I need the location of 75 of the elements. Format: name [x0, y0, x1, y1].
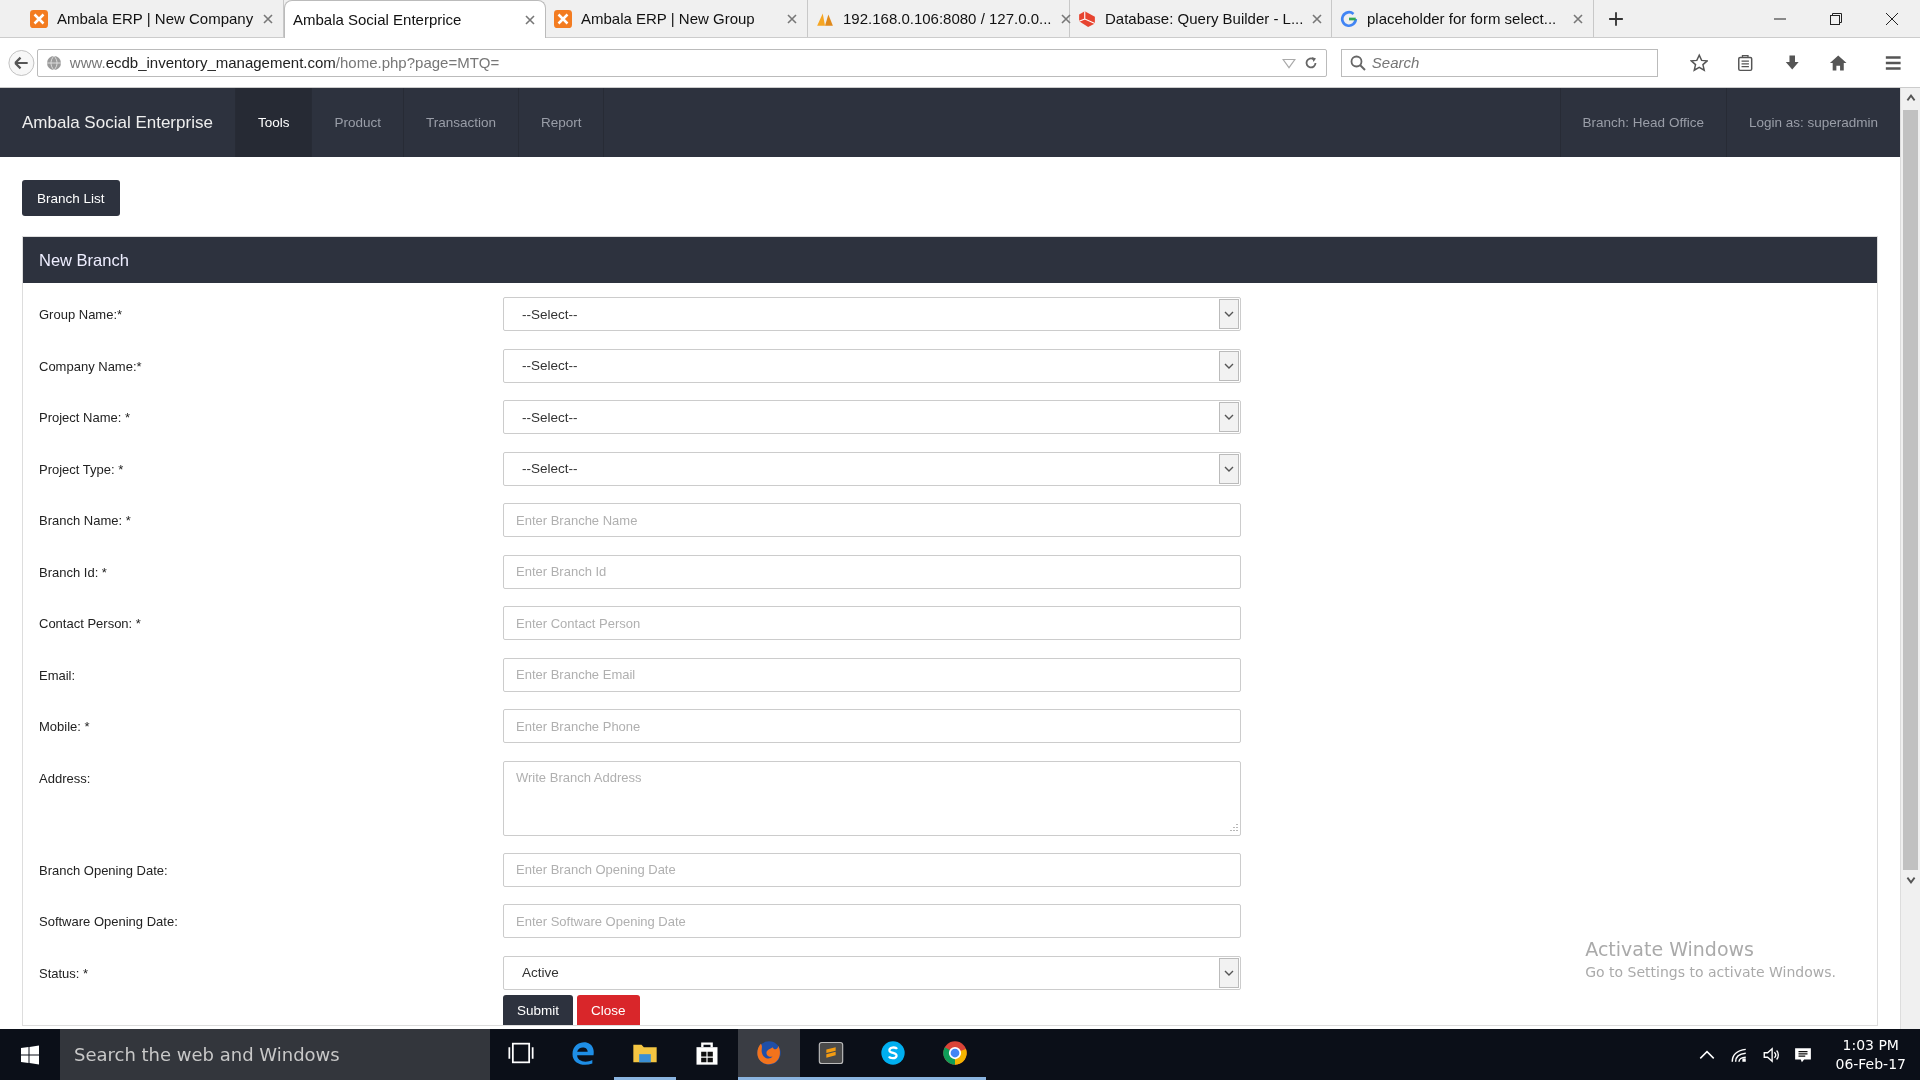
address-bar[interactable]: www.ecdb_inventory_management.com/home.php?page=MTQ= [36, 48, 1327, 77]
start-icon[interactable] [20, 1044, 40, 1065]
activation-title: Activate Windows [1585, 938, 1755, 960]
input-field[interactable]: Enter Branche Email [503, 657, 1241, 692]
nav-item[interactable]: Branch: Head Office [1559, 88, 1726, 157]
panel-title: New Branch [39, 250, 129, 270]
field-label: Software Opening Date: [39, 913, 179, 929]
input-field[interactable]: Enter Branch Opening Date [503, 852, 1241, 887]
field-label: Status: * [39, 964, 90, 981]
search-icon [1349, 54, 1366, 71]
star-icon[interactable] [1689, 51, 1709, 74]
restore-icon[interactable] [1829, 11, 1843, 26]
tab-title: Ambala ERP | New Group [581, 10, 756, 27]
app-logo-icon [30, 9, 48, 28]
scrollbar[interactable] [1900, 88, 1920, 1029]
input-field[interactable]: Enter Branch Id [503, 554, 1241, 589]
field-label: Address: [39, 769, 92, 786]
clock-time[interactable]: 1:03 PM [1842, 1037, 1899, 1053]
browser-tab[interactable]: Ambala ERP | New Company [22, 0, 284, 37]
resize-grip-icon[interactable] [1228, 822, 1238, 833]
select-field[interactable]: --Select-- [503, 451, 1241, 486]
new-tab-icon[interactable] [1608, 10, 1624, 27]
search-field[interactable]: Search [1340, 48, 1658, 77]
nav-item[interactable]: Tools [235, 88, 313, 157]
clock-date[interactable]: 06-Feb-17 [1835, 1056, 1906, 1072]
browser-tab[interactable]: 192.168.0.106:8080 / 127.0.0... [808, 0, 1070, 37]
field-label: Branch Id: * [39, 563, 108, 580]
round-logo-icon [941, 1039, 969, 1067]
reload-icon[interactable] [1303, 55, 1318, 70]
select-field[interactable]: --Select-- [503, 297, 1241, 331]
tab-title: Ambala ERP | New Company [57, 10, 254, 27]
field-label: Company Name:* [39, 357, 143, 374]
select-field[interactable]: --Select-- [503, 400, 1241, 434]
cube-logo-icon [1078, 9, 1096, 28]
globe-icon [45, 54, 62, 71]
field-label: Email: [39, 666, 77, 683]
g-logo-icon [1340, 9, 1358, 28]
editor-logo-icon [817, 1039, 845, 1067]
text-area[interactable]: Write Branch Address [503, 760, 1241, 836]
volume-icon[interactable] [1762, 1045, 1781, 1064]
field-label: Project Type: * [39, 460, 125, 477]
field-label: Mobile: * [39, 718, 91, 734]
field-label: Branch Opening Date: [39, 861, 169, 878]
activation-text: Go to Settings to activate Windows. [1585, 964, 1836, 980]
browser-tab[interactable]: Database: Query Builder - L... [1070, 0, 1332, 37]
browser-tab[interactable]: Ambala Social Enterprice [284, 0, 546, 38]
chat-logo-icon [879, 1039, 907, 1067]
brand-title[interactable]: Ambala Social Enterprise [0, 88, 236, 157]
tab-title: placeholder for form select... [1367, 10, 1558, 27]
browser-tab[interactable]: Ambala ERP | New Group [546, 0, 808, 37]
taskbar-search-field[interactable]: Search the web and Windows [60, 1029, 490, 1080]
browser-tab[interactable]: placeholder for form select... [1332, 0, 1594, 37]
field-label: Project Name: * [39, 409, 132, 425]
notification-icon[interactable] [1794, 1045, 1813, 1064]
select-field[interactable]: Active [503, 955, 1241, 990]
input-field[interactable]: Enter Branche Phone [503, 709, 1241, 743]
field-label: Group Name:* [39, 306, 124, 322]
tab-title: Database: Query Builder - L... [1105, 10, 1304, 27]
input-field[interactable]: Enter Software Opening Date [503, 904, 1241, 938]
nav-item[interactable]: Report [518, 88, 605, 157]
tab-title: Ambala Social Enterprice [293, 11, 463, 28]
input-field[interactable]: Enter Branche Name [503, 503, 1241, 537]
nav-item[interactable]: Transaction [403, 88, 519, 157]
submit-button[interactable]: Submit [503, 995, 574, 1025]
field-label: Branch Name: * [39, 512, 132, 528]
close-icon[interactable] [1885, 11, 1899, 26]
tab-title: 192.168.0.106:8080 / 127.0.0... [843, 10, 1052, 27]
field-label: Contact Person: * [39, 615, 142, 631]
nav-item[interactable]: Product [312, 88, 404, 157]
select-field[interactable]: --Select-- [503, 348, 1241, 383]
branch-list-button[interactable]: Branch List [22, 180, 120, 216]
close-button[interactable]: Close [577, 995, 640, 1025]
fox-globe-icon [755, 1039, 783, 1067]
app-logo-icon [554, 9, 572, 28]
input-field[interactable]: Enter Contact Person [503, 606, 1241, 640]
